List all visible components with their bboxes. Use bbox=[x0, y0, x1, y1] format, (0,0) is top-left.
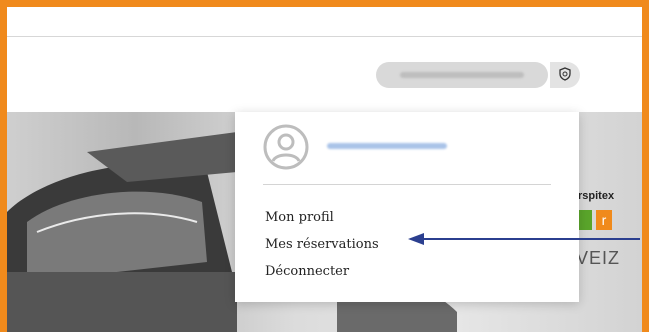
account-name-redacted bbox=[400, 72, 524, 78]
menu-item-deconnecter[interactable]: Déconnecter bbox=[265, 258, 379, 285]
account-menu-button[interactable] bbox=[376, 62, 548, 88]
shield-button[interactable] bbox=[550, 62, 580, 88]
user-avatar-icon bbox=[263, 124, 309, 170]
account-dropdown: Mon profil Mes réservations Déconnecter bbox=[235, 112, 579, 302]
brand-text: rspitex bbox=[578, 190, 615, 202]
account-menu: Mon profil Mes réservations Déconnecter bbox=[265, 204, 379, 285]
brand-logo-green bbox=[578, 210, 592, 230]
divider bbox=[263, 184, 551, 185]
shield-icon bbox=[558, 66, 572, 85]
top-navigation-bar bbox=[0, 0, 649, 37]
brand-logo-orange: r bbox=[596, 210, 612, 230]
brand-subtext: VEIZ bbox=[576, 248, 621, 268]
menu-item-mon-profil[interactable]: Mon profil bbox=[265, 204, 379, 231]
account-name-redacted bbox=[327, 143, 447, 149]
menu-item-mes-reservations[interactable]: Mes réservations bbox=[265, 231, 379, 258]
